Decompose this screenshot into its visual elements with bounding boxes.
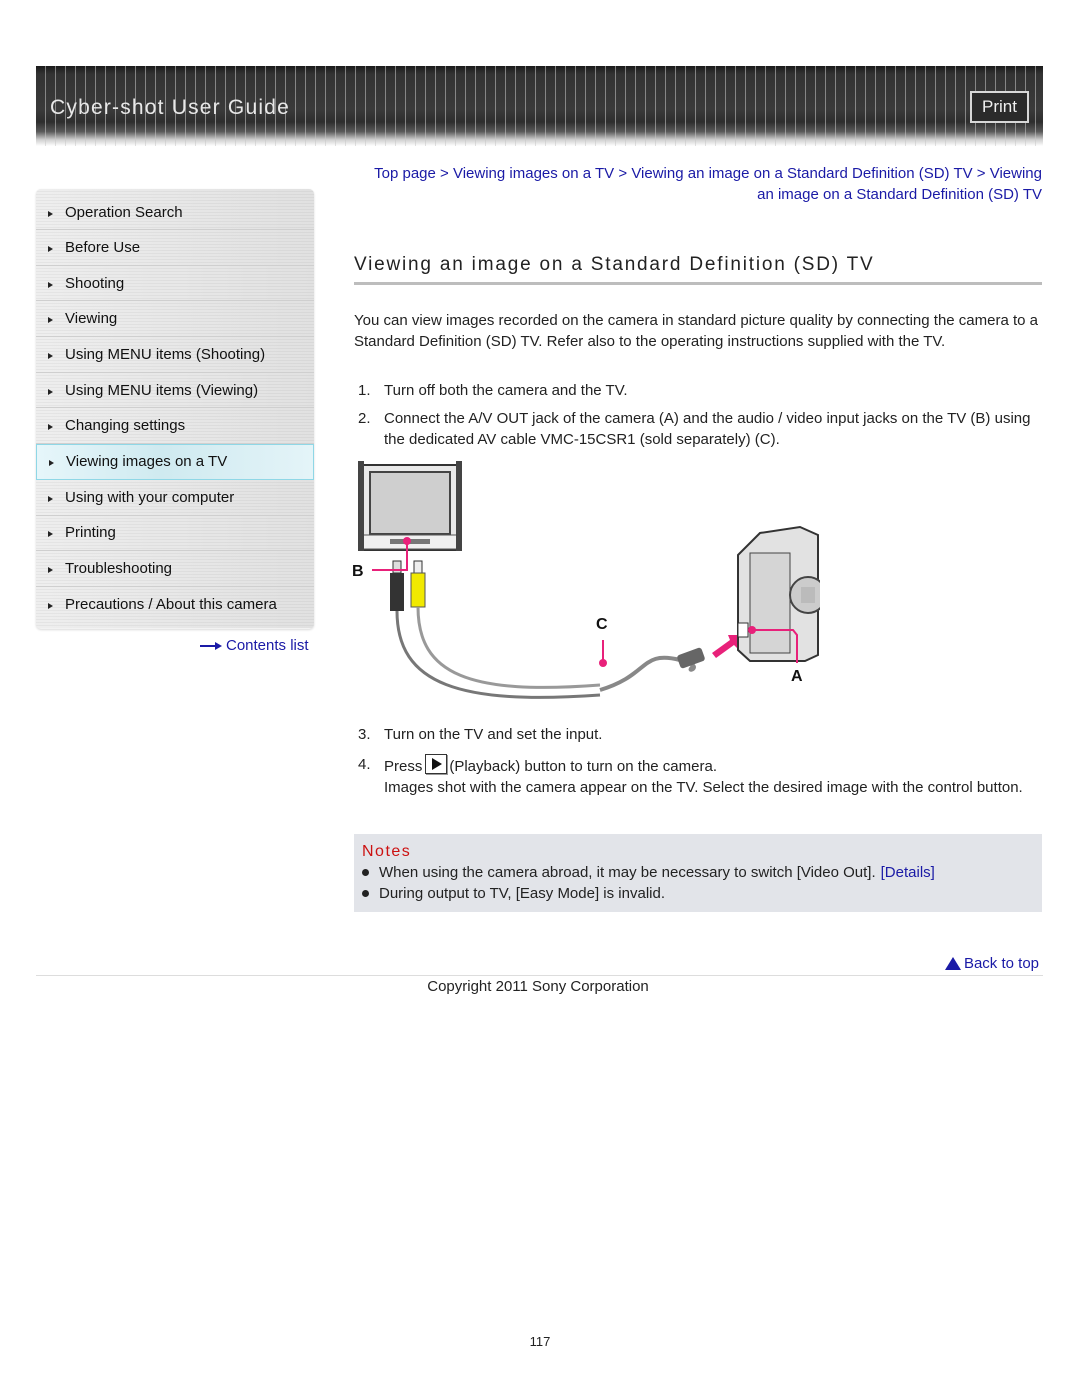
triangle-right-icon [48,245,53,252]
sidebar-item-label: Changing settings [65,417,186,435]
sidebar-item-precautions[interactable]: Precautions / About this camera [36,586,314,628]
sidebar-item-label: Viewing images on a TV [66,453,228,471]
triangle-right-icon [48,424,53,431]
page-number: 117 [529,1334,551,1349]
sidebar-item-label: Using with your computer [65,488,235,506]
note-item: When using the camera abroad, it may be … [362,864,935,881]
tv-illustration [358,461,462,551]
sidebar-item-viewing[interactable]: Viewing [36,301,314,338]
sidebar-item-menu-viewing[interactable]: Using MENU items (Viewing) [36,372,314,409]
breadcrumb-separator: > [618,165,628,182]
triangle-right-icon [48,495,53,502]
step-number: 1. [358,382,371,399]
breadcrumb-viewing-on-tv[interactable]: Viewing images on a TV [453,165,614,182]
sidebar-item-operation-search[interactable]: Operation Search [36,189,314,230]
back-to-top-label: Back to top [963,955,1039,972]
arrow-right-icon [200,641,222,650]
copyright: Copyright 2011 Sony Corporation [427,978,649,995]
triangle-right-icon [49,460,54,467]
sidebar-item-printing[interactable]: Printing [36,515,314,552]
triangle-right-icon [48,388,53,395]
label-c: C [596,616,608,633]
note-text: When using the camera abroad, it may be … [379,864,876,881]
notes-title: Notes [362,843,412,860]
step-text: Turn on the TV and set the input. [384,726,603,743]
footer-divider [36,975,1043,976]
sidebar-item-label: Troubleshooting [65,560,173,578]
back-to-top-link[interactable]: Back to top [944,955,1039,972]
sidebar-item-label: Before Use [65,238,141,256]
step-detail: Images shot with the camera appear on th… [384,779,1023,796]
print-button[interactable]: Print [970,91,1029,123]
contents-list-link[interactable]: Contents list [200,637,309,654]
triangle-right-icon [48,531,53,538]
notes-box: Notes When using the camera abroad, it m… [354,834,1042,912]
step-text: Connect the A/V OUT jack of the camera (… [384,410,1031,448]
triangle-right-icon [48,567,53,574]
triangle-up-icon [944,957,961,970]
playback-icon [425,754,448,774]
label-b: B [352,563,364,580]
details-link[interactable]: [Details] [881,864,935,881]
step-text: Press (Playback) button to turn on the ca… [384,754,1042,798]
triangle-right-icon [48,602,53,609]
note-item: During output to TV, [Easy Mode] is inva… [362,885,665,902]
sidebar-nav: Operation Search Before Use Shooting Vie… [36,189,314,629]
guide-title: Cyber-shot User Guide [50,96,290,119]
sidebar-item-label: Shooting [65,274,125,292]
bullet-icon [362,869,369,876]
step-number: 3. [358,726,371,743]
step-4: 4. Press (Playback) button to turn on the… [358,754,1042,798]
contents-list-label: Contents list [226,637,309,654]
triangle-right-icon [48,317,53,324]
step-2: 2. Connect the A/V OUT jack of the camer… [358,408,1042,450]
sidebar-item-label: Precautions / About this camera [65,595,277,613]
step-3: 3. Turn on the TV and set the input. [358,724,1042,745]
header-banner: Cyber-shot User Guide Print [36,66,1043,146]
sidebar-item-before-use[interactable]: Before Use [36,230,314,266]
breadcrumb-separator: > [976,165,986,182]
sidebar-item-computer[interactable]: Using with your computer [36,479,314,516]
step-1: 1. Turn off both the camera and the TV. [358,380,1042,401]
triangle-right-icon [48,281,53,288]
rca-plugs [390,560,705,699]
triangle-right-icon [48,352,53,359]
label-a: A [791,668,803,685]
bullet-icon [362,890,369,897]
step-number: 4. [358,756,371,773]
sidebar-item-viewing-on-tv[interactable]: Viewing images on a TV [36,444,314,480]
breadcrumb-separator: > [440,165,449,182]
breadcrumb: Top page > Viewing images on a TV > View… [362,163,1042,205]
page-title: Viewing an image on a Standard Definitio… [354,254,875,275]
step-text-before: Press [384,758,423,775]
breadcrumb-sd-tv[interactable]: Viewing an image on a Standard Definitio… [631,165,972,182]
sidebar-item-label: Using MENU items (Shooting) [65,345,266,363]
sidebar-item-changing-settings[interactable]: Changing settings [36,408,314,445]
camera-illustration [737,525,820,662]
sidebar-item-label: Using MENU items (Viewing) [65,381,259,399]
intro-paragraph: You can view images recorded on the came… [354,312,1039,350]
sidebar-item-label: Operation Search [65,203,183,221]
step-text: Turn off both the camera and the TV. [384,382,628,399]
step-text-after: (Playback) button to turn on the camera. [449,758,717,775]
breadcrumb-top-page[interactable]: Top page [374,165,436,182]
title-divider [354,282,1042,285]
sidebar-item-label: Viewing [65,310,118,328]
step-number: 2. [358,410,371,427]
sidebar-item-menu-shooting[interactable]: Using MENU items (Shooting) [36,337,314,373]
sidebar-item-troubleshooting[interactable]: Troubleshooting [36,551,314,587]
connection-diagram: B C A [352,461,820,699]
triangle-right-icon [48,210,53,217]
note-text: During output to TV, [Easy Mode] is inva… [379,885,665,902]
sidebar-item-label: Printing [65,524,116,542]
sidebar-item-shooting[interactable]: Shooting [36,265,314,302]
